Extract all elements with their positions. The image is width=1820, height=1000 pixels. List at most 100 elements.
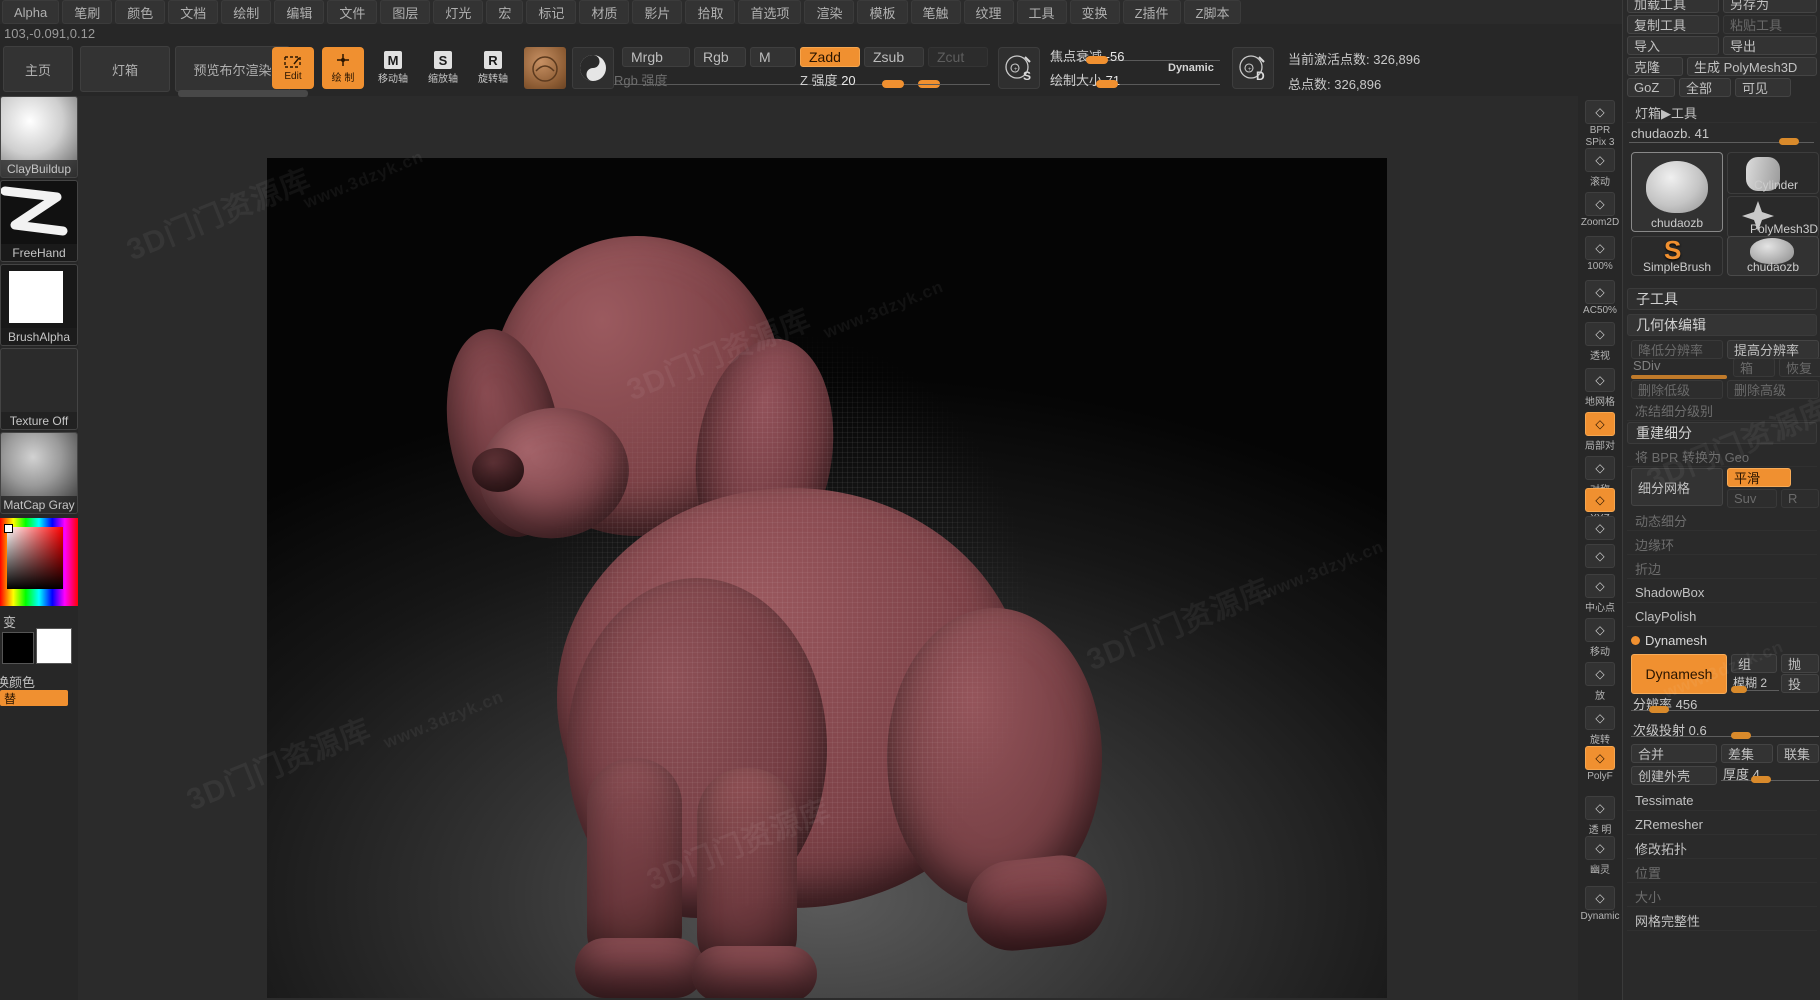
goz-button[interactable]: GoZ bbox=[1627, 78, 1675, 97]
tool-name-slider[interactable]: chudaozb. 41 bbox=[1629, 126, 1814, 146]
delete-lower-button[interactable]: 删除低级 bbox=[1631, 380, 1723, 399]
lightbox-button[interactable]: 灯箱 bbox=[80, 46, 170, 92]
menu-item-18[interactable]: 纹理 bbox=[963, 0, 1014, 24]
thickness-slider[interactable]: 厚度 4 bbox=[1721, 764, 1819, 784]
load-tool-button[interactable]: 加载工具 bbox=[1627, 0, 1719, 13]
rotate-button[interactable]: R 旋转轴 bbox=[472, 47, 514, 89]
edit-button[interactable]: Edit bbox=[272, 47, 314, 89]
lower-res-button[interactable]: 降低分辨率 bbox=[1631, 340, 1723, 359]
slider-knob[interactable] bbox=[1649, 706, 1669, 713]
higher-res-button[interactable]: 提高分辨率 bbox=[1727, 340, 1819, 359]
shelf-item-actual[interactable]: ◇ 100% bbox=[1582, 236, 1618, 272]
material-swatch[interactable]: MatCap Gray bbox=[0, 432, 78, 514]
freeze-subdivision-row[interactable]: 冻结细分级别 bbox=[1627, 400, 1817, 421]
slider-knob[interactable] bbox=[1096, 80, 1118, 88]
slider-knob[interactable] bbox=[882, 80, 904, 88]
suv-button[interactable]: Suv bbox=[1727, 489, 1777, 508]
m-button[interactable]: M bbox=[750, 47, 796, 67]
home-button[interactable]: 主页 bbox=[3, 46, 73, 92]
make-polymesh3d-button[interactable]: 生成 PolyMesh3D bbox=[1687, 57, 1817, 76]
sub-projection-slider[interactable]: 次级投射 0.6 bbox=[1631, 720, 1819, 740]
slider-knob[interactable] bbox=[1779, 138, 1799, 145]
menu-item-21[interactable]: Z插件 bbox=[1122, 0, 1181, 24]
visible-button[interactable]: 可见 bbox=[1735, 78, 1791, 97]
blur-slider[interactable]: 模糊 2 bbox=[1731, 674, 1779, 694]
zsub-button[interactable]: Zsub bbox=[864, 47, 924, 67]
dynamesh-section-row[interactable]: Dynamesh bbox=[1627, 630, 1817, 651]
import-button[interactable]: 导入 bbox=[1627, 36, 1719, 55]
menu-item-2[interactable]: 颜色 bbox=[115, 0, 166, 24]
shelf-item-floor[interactable]: ◇ 地网格 bbox=[1582, 368, 1618, 408]
dynamic-subdiv-row[interactable]: 动态细分 bbox=[1627, 510, 1817, 531]
save-as-button[interactable]: 另存为 bbox=[1723, 0, 1817, 13]
shelf-item-rotate[interactable]: ◇ 旋转 bbox=[1582, 706, 1618, 746]
r-button[interactable]: R bbox=[1781, 489, 1819, 508]
mrgb-button[interactable]: Mrgb bbox=[622, 47, 690, 67]
move-button[interactable]: M 移动轴 bbox=[372, 47, 414, 89]
modify-topology-row[interactable]: 修改拓扑 bbox=[1627, 838, 1817, 859]
texture-swatch[interactable]: Texture Off bbox=[0, 348, 78, 430]
stroke-swatch[interactable]: FreeHand bbox=[0, 180, 78, 262]
shelf-item-dyn[interactable]: ◇ Dynamic bbox=[1581, 886, 1619, 922]
size-row[interactable]: 大小 bbox=[1627, 886, 1817, 907]
subtool-section-header[interactable]: 子工具 bbox=[1627, 288, 1817, 310]
alpha-swatch[interactable]: BrushAlpha bbox=[0, 264, 78, 346]
tool-thumbnail-simplebrush[interactable]: S SimpleBrush bbox=[1631, 236, 1723, 276]
slider-knob[interactable] bbox=[1086, 56, 1108, 64]
menu-item-0[interactable]: Alpha bbox=[2, 0, 60, 24]
shelf-item-aahalf[interactable]: ◇ AC50% bbox=[1582, 280, 1618, 316]
canvas-scrollbar[interactable] bbox=[178, 90, 308, 97]
slider-knob[interactable] bbox=[1731, 732, 1751, 739]
merge-button[interactable]: 合并 bbox=[1631, 744, 1717, 763]
current-brush-swatch[interactable] bbox=[572, 47, 614, 89]
menu-item-20[interactable]: 变换 bbox=[1069, 0, 1120, 24]
shelf-item-bpr[interactable]: ◇ BPR SPix 3 bbox=[1582, 100, 1618, 148]
project-button[interactable]: 投 bbox=[1781, 674, 1819, 693]
secondary-color-swatch[interactable] bbox=[36, 628, 72, 664]
menu-item-14[interactable]: 首选项 bbox=[738, 0, 802, 24]
switch-color-label[interactable]: 换颜色 bbox=[0, 672, 35, 691]
menu-item-17[interactable]: 笔触 bbox=[910, 0, 961, 24]
menu-item-15[interactable]: 渲染 bbox=[804, 0, 855, 24]
union-button[interactable]: 联集 bbox=[1777, 744, 1819, 763]
scale-button[interactable]: S 缩放轴 bbox=[422, 47, 464, 89]
menu-item-3[interactable]: 文档 bbox=[168, 0, 219, 24]
shelf-item-zoom2d[interactable]: ◇ Zoom2D bbox=[1581, 192, 1619, 228]
shelf-item-ghost[interactable]: ◇ 幽灵 bbox=[1582, 836, 1618, 876]
geometry-section-header[interactable]: 几何体编辑 bbox=[1627, 314, 1817, 336]
alt-color-bar[interactable]: 替 bbox=[0, 690, 68, 706]
shelf-item-local[interactable]: ◇ 局部对 bbox=[1582, 412, 1618, 452]
restore-button[interactable]: 恢复 bbox=[1779, 358, 1820, 377]
menu-item-9[interactable]: 宏 bbox=[486, 0, 524, 24]
tool-thumbnail-polymesh3d[interactable]: PolyMesh3D bbox=[1727, 196, 1819, 238]
menu-item-11[interactable]: 材质 bbox=[579, 0, 630, 24]
shelf-item-persp[interactable]: ◇ 透视 bbox=[1582, 322, 1618, 362]
rgb-button[interactable]: Rgb bbox=[694, 47, 746, 67]
menu-item-22[interactable]: Z脚本 bbox=[1183, 0, 1242, 24]
zcut-button[interactable]: Zcut bbox=[928, 47, 988, 67]
claypolish-row[interactable]: ClayPolish bbox=[1627, 606, 1817, 627]
shelf-item-scroll[interactable]: ◇ 滚动 bbox=[1582, 148, 1618, 188]
copy-tool-button[interactable]: 复制工具 bbox=[1627, 15, 1719, 34]
zadd-button[interactable]: Zadd bbox=[800, 47, 860, 67]
menu-item-19[interactable]: 工具 bbox=[1016, 0, 1067, 24]
tool-thumbnail-cylinder[interactable]: Cylinder bbox=[1727, 152, 1819, 194]
shelf-item-rotate2[interactable]: ◇ bbox=[1582, 544, 1618, 569]
menu-item-5[interactable]: 编辑 bbox=[274, 0, 325, 24]
groups-button[interactable]: 组 bbox=[1731, 654, 1777, 673]
dynamic-d-button[interactable]: + D bbox=[1232, 47, 1274, 89]
polish-button[interactable]: 抛 bbox=[1781, 654, 1819, 673]
menu-item-8[interactable]: 灯光 bbox=[433, 0, 484, 24]
current-material-swatch[interactable] bbox=[524, 47, 566, 89]
create-shell-button[interactable]: 创建外壳 bbox=[1631, 766, 1717, 785]
tool-thumbnail-chudaozb[interactable]: chudaozb bbox=[1631, 152, 1723, 232]
menu-item-13[interactable]: 拾取 bbox=[685, 0, 736, 24]
sdiv-slider[interactable]: SDiv bbox=[1631, 358, 1727, 379]
resolution-slider[interactable]: 分辨率 456 bbox=[1631, 694, 1819, 714]
smt-button[interactable]: 平滑 bbox=[1727, 468, 1791, 487]
reconstruct-subdiv-row[interactable]: 重建细分 bbox=[1627, 422, 1817, 444]
color-picker[interactable] bbox=[0, 518, 78, 606]
menu-item-6[interactable]: 文件 bbox=[327, 0, 378, 24]
menu-item-1[interactable]: 笔刷 bbox=[62, 0, 113, 24]
z-intensity-slider[interactable]: Z 强度 20 bbox=[800, 70, 990, 88]
